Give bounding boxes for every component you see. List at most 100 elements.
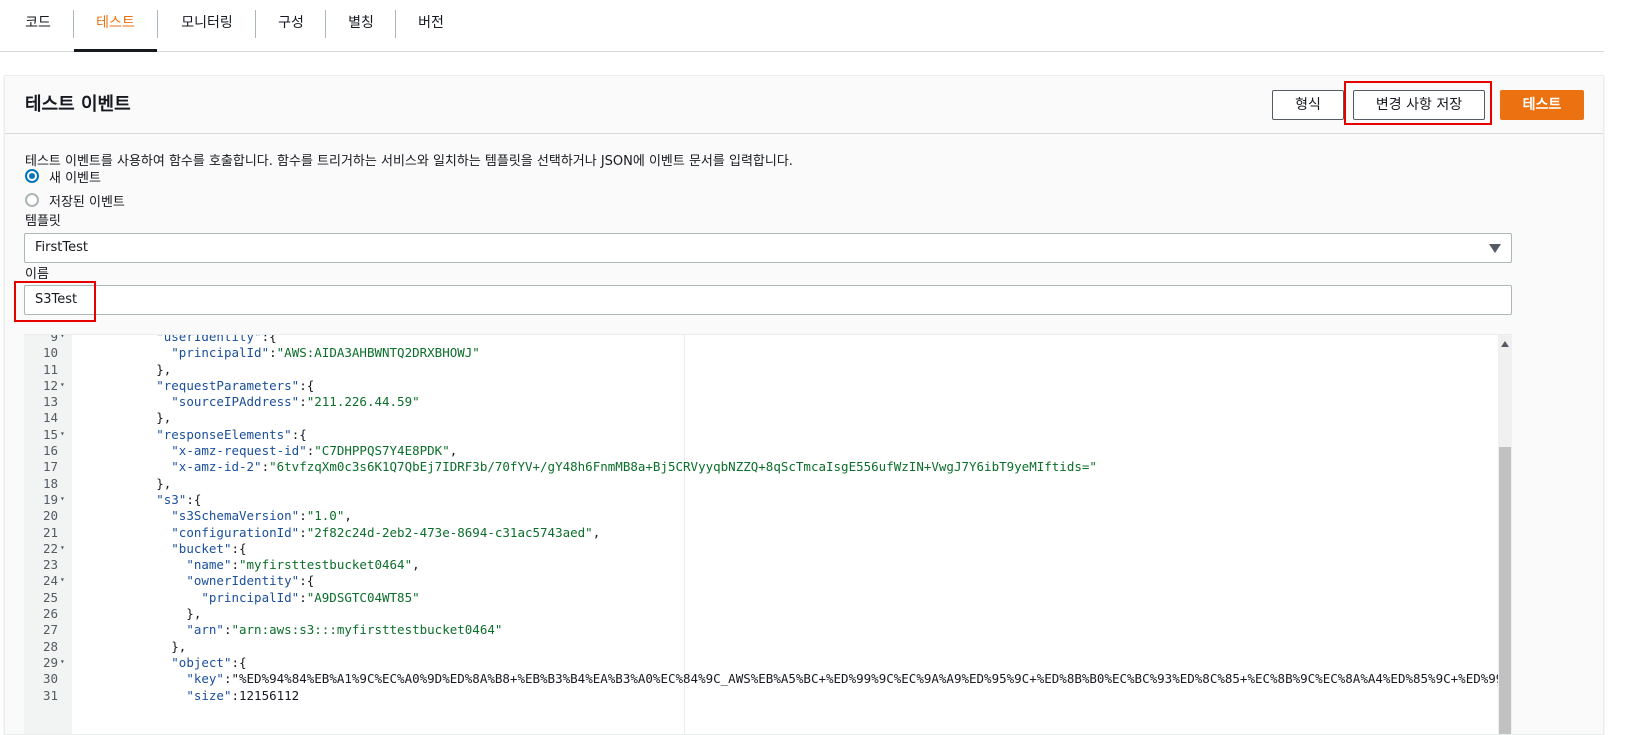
tab-versions[interactable]: 버전	[398, 0, 464, 52]
event-name-input[interactable]: S3Test	[24, 285, 1512, 315]
line-number: 25	[42, 589, 58, 605]
code-line: 12 ▾ "requestParameters":{	[24, 378, 1494, 394]
line-number: 13	[42, 394, 58, 410]
line-number: 18	[42, 475, 58, 491]
code-line: 14 },	[24, 410, 1494, 426]
code-text: "key":"%ED%94%84%EB%A1%9C%EC%A0%9D%ED%8A…	[186, 671, 1512, 687]
line-number: 29	[42, 654, 58, 670]
tab-monitoring[interactable]: 모니터링	[160, 0, 254, 52]
line-number: 22	[42, 540, 58, 556]
save-changes-button[interactable]: 변경 사항 저장	[1353, 90, 1485, 120]
line-number: 20	[42, 508, 58, 524]
code-text: "responseElements":{	[156, 426, 307, 442]
code-line: 15 ▾ "responseElements":{	[24, 427, 1494, 443]
code-text: "s3SchemaVersion":"1.0",	[171, 508, 352, 524]
code-line: 25 "principalId":"A9DSGTC04WT85"	[24, 590, 1494, 606]
tab-divider	[325, 10, 326, 38]
fold-arrow-icon[interactable]: ▾	[60, 335, 65, 340]
tab-divider	[395, 10, 396, 38]
code-line: 28 },	[24, 639, 1494, 655]
tab-aliases[interactable]: 별칭	[328, 0, 394, 52]
code-line: 27 "arn":"arn:aws:s3:::myfirsttestbucket…	[24, 622, 1494, 638]
fold-arrow-icon[interactable]: ▾	[60, 494, 65, 503]
line-number: 14	[42, 410, 58, 426]
tab-configuration[interactable]: 구성	[258, 0, 324, 52]
code-line: 9 ▾ "userIdentity":{	[24, 334, 1494, 345]
code-line: 16 "x-amz-request-id":"C7DHPPQS7Y4E8PDK"…	[24, 443, 1494, 459]
line-number: 28	[42, 638, 58, 654]
radio-unchecked-icon	[25, 193, 39, 207]
format-button[interactable]: 형식	[1272, 90, 1344, 120]
panel-description: 테스트 이벤트를 사용하여 함수를 호출합니다. 함수를 트리거하는 서비스와 …	[25, 154, 793, 169]
template-label: 템플릿	[25, 214, 61, 229]
test-button[interactable]: 테스트	[1500, 90, 1584, 120]
name-label: 이름	[25, 267, 49, 282]
code-text: "requestParameters":{	[156, 377, 315, 393]
fold-arrow-icon[interactable]: ▾	[60, 429, 65, 438]
template-select[interactable]: FirstTest	[24, 233, 1512, 263]
panel-title: 테스트 이벤트	[25, 94, 131, 115]
code-line: 11 },	[24, 362, 1494, 378]
tab-divider	[255, 10, 256, 38]
code-line: 13 "sourceIPAddress":"211.226.44.59"	[24, 394, 1494, 410]
radio-new-event-label: 새 이벤트	[49, 170, 101, 186]
code-text: "size":12156112	[186, 687, 300, 703]
tab-test[interactable]: 테스트	[74, 0, 157, 52]
fold-arrow-icon[interactable]: ▾	[60, 575, 65, 584]
code-line: 22 ▾ "bucket":{	[24, 541, 1494, 557]
code-text: },	[96, 410, 172, 426]
code-line: 30 "key":"%ED%94%84%EB%A1%9C%EC%A0%9D%ED…	[24, 671, 1512, 687]
code-text: "bucket":{	[171, 540, 247, 556]
radio-saved-event[interactable]: 저장된 이벤트	[25, 190, 125, 210]
line-number: 26	[42, 606, 58, 622]
line-number: 30	[42, 671, 58, 687]
tab-aliases-label: 별칭	[348, 15, 374, 31]
tab-configuration-label: 구성	[278, 15, 304, 31]
fold-arrow-icon[interactable]: ▾	[60, 657, 65, 666]
code-text: },	[96, 361, 172, 377]
code-line: 29 ▾ "object":{	[24, 655, 1494, 671]
line-number: 31	[42, 687, 58, 703]
line-number: 23	[42, 557, 58, 573]
editor-scrollbar[interactable]	[1498, 335, 1512, 734]
fold-arrow-icon[interactable]: ▾	[60, 380, 65, 389]
tab-divider	[157, 10, 158, 38]
scroll-thumb[interactable]	[1499, 447, 1511, 734]
code-lines: 9 ▾ "userIdentity":{10 "principalId":"AWS…	[24, 334, 1512, 704]
line-number: 9	[50, 334, 58, 344]
code-line: 24 ▾ "ownerIdentity":{	[24, 573, 1494, 589]
scroll-up-icon[interactable]	[1501, 341, 1509, 347]
tab-code-label: 코드	[25, 15, 51, 31]
code-line: 21 "configurationId":"2f82c24d-2eb2-473e…	[24, 525, 1494, 541]
code-text: "s3":{	[156, 491, 202, 507]
line-number: 19	[42, 491, 58, 507]
fold-arrow-icon[interactable]: ▾	[60, 543, 65, 552]
line-number: 21	[42, 524, 58, 540]
line-number: 15	[42, 426, 58, 442]
json-code-editor[interactable]: 9 ▾ "userIdentity":{10 "principalId":"AWS…	[24, 334, 1512, 734]
tab-monitoring-label: 모니터링	[181, 15, 233, 31]
code-text: "object":{	[171, 654, 247, 670]
tab-code[interactable]: 코드	[12, 0, 64, 52]
code-text: },	[96, 475, 172, 491]
code-line: 10 "principalId":"AWS:AIDA3AHBWNTQ2DRXBH…	[24, 345, 1494, 361]
code-text: "configurationId":"2f82c24d-2eb2-473e-86…	[171, 524, 601, 540]
line-number: 10	[42, 345, 58, 361]
code-line: 17 "x-amz-id-2":"6tvfzqXm0c3s6K1Q7QbEj7I…	[24, 459, 1494, 475]
tab-test-label: 테스트	[96, 15, 135, 31]
template-select-value: FirstTest	[35, 240, 88, 255]
event-name-value: S3Test	[35, 292, 78, 307]
code-text: "principalId":"AWS:AIDA3AHBWNTQ2DRXBHOWJ…	[171, 345, 480, 361]
code-text: },	[96, 638, 187, 654]
code-text: "arn":"arn:aws:s3:::myfirsttestbucket046…	[186, 622, 503, 638]
code-line: 31 "size":12156112	[24, 688, 1494, 704]
code-text: "sourceIPAddress":"211.226.44.59"	[171, 394, 420, 410]
tab-versions-label: 버전	[418, 15, 444, 31]
radio-new-event[interactable]: 새 이벤트	[25, 166, 101, 186]
code-text: "name":"myfirsttestbucket0464",	[186, 557, 420, 573]
line-number: 11	[42, 361, 58, 377]
code-line: 26 },	[24, 606, 1494, 622]
code-line: 20 "s3SchemaVersion":"1.0",	[24, 508, 1494, 524]
tab-bar: 코드 테스트 모니터링 구성 별칭 버전	[0, 0, 1604, 52]
line-number: 17	[42, 459, 58, 475]
